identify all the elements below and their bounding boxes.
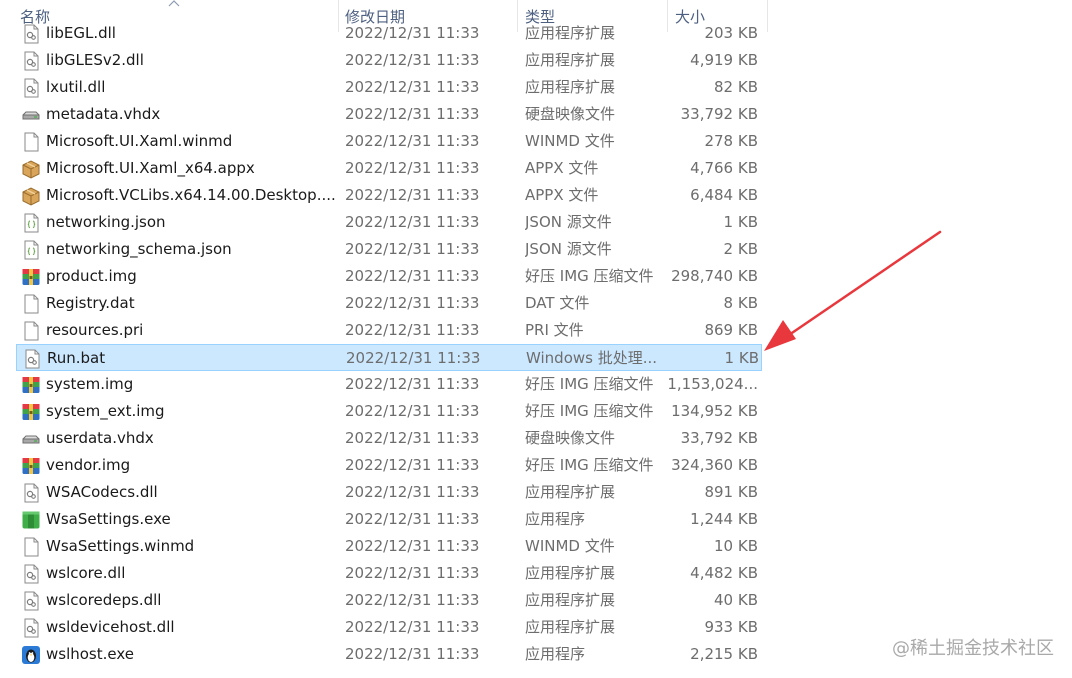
annotation-arrow: [764, 230, 942, 351]
watermark: @稀土掘金技术社区: [892, 638, 1054, 659]
